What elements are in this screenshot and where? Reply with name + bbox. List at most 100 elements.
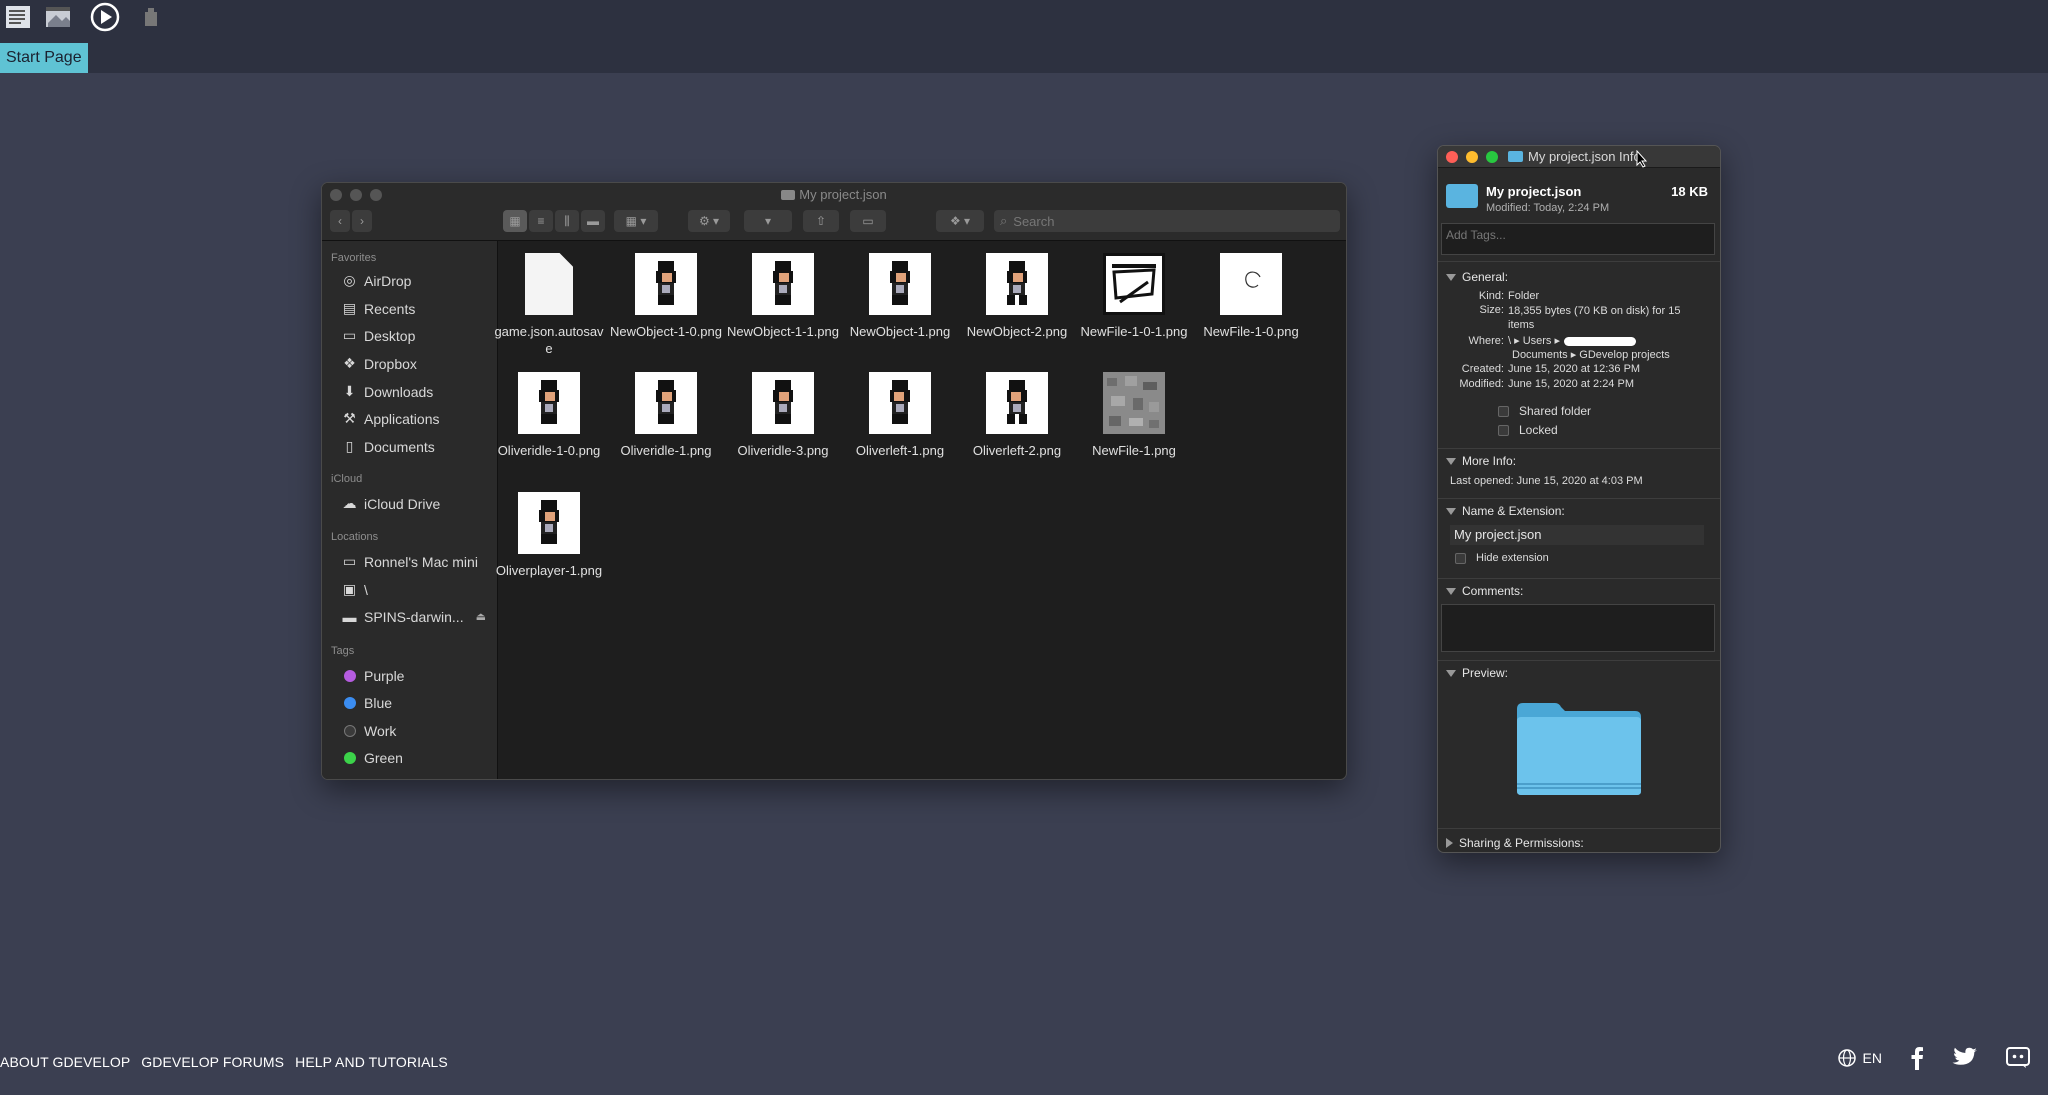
scene-editor-icon[interactable] [43, 2, 73, 32]
sidebar-tag-purple[interactable]: Purple [341, 667, 404, 684]
preview-disclosure[interactable]: Preview: [1446, 666, 1508, 680]
sprite-thumbnail-icon [986, 253, 1048, 315]
back-button[interactable]: ‹ [330, 210, 350, 232]
disk-icon: ▣ [342, 581, 357, 597]
file-item[interactable]: NewFile-1-0.png [1193, 253, 1309, 340]
sidebar-item-dropbox[interactable]: ❖ Dropbox [341, 355, 417, 372]
tags-input[interactable]: Add Tags... [1441, 223, 1715, 255]
sprite-thumbnail-icon [752, 372, 814, 434]
discord-icon[interactable] [2006, 1047, 2030, 1069]
item-modified: Modified: Today, 2:24 PM [1486, 202, 1610, 214]
export-icon[interactable] [136, 2, 166, 32]
comments-disclosure[interactable]: Comments: [1446, 584, 1523, 598]
list-view-button[interactable]: ≡ [529, 210, 553, 232]
purple-tag-dot [343, 669, 356, 682]
sidebar-item-icloud-drive[interactable]: ☁ iCloud Drive [341, 495, 441, 512]
redacted-username [1564, 336, 1636, 346]
finder-sidebar: Favorites ◎ AirDrop ▤ Recents ▭ Desktop ❖ Dr… [322, 241, 498, 779]
column-view-button[interactable]: ⫼ [555, 210, 579, 232]
sidebar-item-downloads[interactable]: ⬇ Downloads [341, 383, 434, 400]
cloud-icon: ☁ [342, 495, 357, 511]
sidebar-item-recents[interactable]: ▤ Recents [341, 300, 415, 317]
file-item[interactable]: Oliveridle-1-0.png [491, 372, 607, 459]
twitter-icon[interactable] [1952, 1047, 1978, 1069]
folder-preview-icon [1515, 699, 1643, 797]
edit-tags-button[interactable]: ▭ [850, 210, 886, 232]
sidebar-item-airdrop[interactable]: ◎ AirDrop [341, 272, 411, 289]
desktop-icon: ▭ [342, 327, 357, 343]
action-gear-button[interactable]: ⚙ ▾ [688, 210, 730, 232]
disclosure-triangle-icon [1446, 457, 1456, 465]
info-window-controls [1446, 151, 1498, 163]
minimize-button[interactable] [1466, 151, 1478, 163]
file-item[interactable]: Oliverleft-2.png [959, 372, 1075, 459]
group-by-button[interactable]: ▦ ▾ [614, 210, 658, 232]
sprite-thumbnail-icon [752, 253, 814, 315]
file-item[interactable]: game.json.autosave [491, 253, 607, 357]
facebook-icon[interactable] [1910, 1046, 1924, 1070]
sidebar-item-root-disk[interactable]: ▣ \ [341, 581, 368, 598]
sidebar-item-applications[interactable]: ⚒ Applications [341, 410, 439, 427]
size-row: Size: 18,355 bytes (70 KB on disk) for 15… [1479, 304, 1681, 331]
zoom-button[interactable] [1486, 151, 1498, 163]
shared-folder-checkbox[interactable]: Shared folder [1498, 404, 1591, 418]
project-manager-icon[interactable] [3, 2, 33, 32]
help-tutorials-link[interactable]: HELP AND TUTORIALS [295, 1054, 448, 1070]
hide-extension-checkbox[interactable]: Hide extension [1455, 552, 1549, 564]
eject-icon[interactable]: ⏏ [476, 610, 486, 623]
last-opened-text: Last opened: June 15, 2020 at 4:03 PM [1450, 475, 1643, 487]
file-item[interactable]: NewObject-1-0.png [608, 253, 724, 340]
file-item[interactable]: NewObject-1-1.png [725, 253, 841, 340]
forward-button[interactable]: › [352, 210, 372, 232]
share-button[interactable]: ⇧ [803, 210, 839, 232]
more-info-disclosure[interactable]: More Info: [1446, 454, 1516, 468]
locked-checkbox[interactable]: Locked [1498, 423, 1558, 437]
disclosure-triangle-icon [1446, 507, 1456, 515]
tab-start-page[interactable]: Start Page [0, 43, 88, 73]
search-field[interactable]: ⌕ Search [994, 210, 1340, 232]
file-item[interactable]: Oliveridle-1.png [608, 372, 724, 459]
dropbox-button[interactable]: ❖ ▾ [936, 210, 984, 232]
sprite-thumbnail-icon [635, 372, 697, 434]
arrange-dropdown[interactable]: ▾ [744, 210, 792, 232]
recents-icon: ▤ [342, 300, 357, 316]
drive-icon: ▬ [342, 608, 357, 625]
sharing-permissions-section: Sharing & Permissions: [1438, 828, 1720, 852]
name-field[interactable]: My project.json [1450, 525, 1704, 545]
about-gdevelop-link[interactable]: ABOUT GDEVELOP [0, 1054, 130, 1070]
file-item[interactable]: NewFile-1-0-1.png [1076, 253, 1192, 340]
file-item[interactable]: Oliverplayer-1.png [491, 492, 607, 579]
sidebar-item-desktop[interactable]: ▭ Desktop [341, 327, 415, 344]
close-button[interactable] [1446, 151, 1458, 163]
sidebar-item-mac-mini[interactable]: ▭ Ronnel's Mac mini [341, 553, 478, 570]
sidebar-item-documents[interactable]: ▯ Documents [341, 438, 435, 455]
scribble-thumbnail-icon [1220, 253, 1282, 315]
name-extension-disclosure[interactable]: Name & Extension: [1446, 504, 1565, 518]
file-item[interactable]: NewObject-2.png [959, 253, 1075, 340]
file-item[interactable]: Oliverleft-1.png [842, 372, 958, 459]
language-selector[interactable]: EN [1837, 1048, 1882, 1068]
file-item[interactable]: NewObject-1.png [842, 253, 958, 340]
gallery-view-button[interactable]: ▬ [581, 210, 605, 232]
modified-row: Modified: June 15, 2020 at 2:24 PM [1459, 378, 1634, 390]
sidebar-tag-work[interactable]: Work [341, 722, 396, 739]
sidebar-tag-green[interactable]: Green [341, 749, 403, 766]
sharing-permissions-disclosure[interactable]: Sharing & Permissions: [1446, 836, 1584, 850]
icon-view-button[interactable]: ▦ [503, 210, 527, 232]
file-item[interactable]: Oliveridle-3.png [725, 372, 841, 459]
applications-icon: ⚒ [343, 410, 356, 426]
sidebar-item-spins-darwin[interactable]: ▬ SPINS-darwin... ⏏ [341, 608, 487, 625]
sprite-thumbnail-icon [869, 253, 931, 315]
gdevelop-forums-link[interactable]: GDEVELOP FORUMS [141, 1054, 284, 1070]
green-tag-dot [343, 751, 356, 764]
name-extension-section: Name & Extension: My project.json Hide e… [1438, 498, 1720, 588]
texture-thumbnail-icon [1103, 372, 1165, 434]
where-row: Where: \ ▸ Users ▸ [1438, 334, 1636, 347]
tags-heading: Tags [331, 645, 355, 657]
general-disclosure[interactable]: General: [1446, 270, 1508, 284]
file-item[interactable]: NewFile-1.png [1076, 372, 1192, 459]
sidebar-tag-blue[interactable]: Blue [341, 694, 392, 711]
comments-textarea[interactable] [1441, 604, 1715, 652]
preview-play-icon[interactable] [90, 2, 120, 32]
sprite-thumbnail-icon [635, 253, 697, 315]
